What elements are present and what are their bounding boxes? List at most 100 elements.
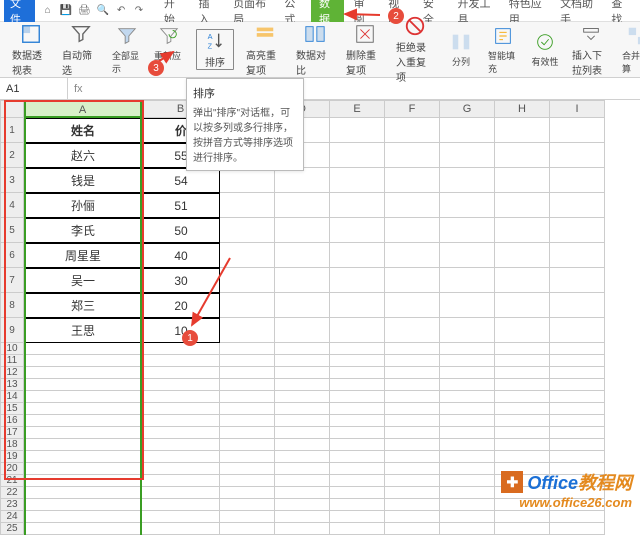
cell[interactable] — [495, 391, 550, 403]
cell[interactable] — [24, 415, 142, 427]
cell[interactable] — [440, 523, 495, 535]
cell[interactable] — [550, 451, 605, 463]
row-header[interactable]: 11 — [0, 355, 24, 367]
cell[interactable] — [550, 218, 605, 243]
cell[interactable] — [220, 268, 275, 293]
cell[interactable] — [330, 499, 385, 511]
cell[interactable] — [440, 379, 495, 391]
cell[interactable] — [440, 403, 495, 415]
save-icon[interactable]: 💾 — [60, 4, 72, 18]
cell[interactable] — [330, 355, 385, 367]
row-header[interactable]: 8 — [0, 293, 24, 318]
cell[interactable] — [142, 343, 220, 355]
row-header[interactable]: 23 — [0, 499, 24, 511]
cell[interactable] — [495, 367, 550, 379]
cell[interactable] — [142, 523, 220, 535]
cell[interactable] — [495, 343, 550, 355]
cell[interactable]: 李氏 — [24, 218, 142, 243]
cell[interactable] — [220, 523, 275, 535]
row-header[interactable]: 6 — [0, 243, 24, 268]
cell[interactable] — [24, 451, 142, 463]
cell[interactable] — [385, 403, 440, 415]
cell[interactable] — [495, 243, 550, 268]
cell[interactable] — [142, 403, 220, 415]
del-dup-button[interactable]: 删除重复项 — [346, 23, 384, 77]
cell[interactable] — [220, 511, 275, 523]
cell[interactable] — [440, 168, 495, 193]
cell[interactable] — [330, 487, 385, 499]
cell[interactable] — [495, 439, 550, 451]
sort-button[interactable]: AZ 排序 — [196, 29, 234, 70]
cell[interactable]: 50 — [142, 218, 220, 243]
cell[interactable] — [550, 403, 605, 415]
row-header[interactable]: 5 — [0, 218, 24, 243]
cell[interactable]: 30 — [142, 268, 220, 293]
row-header[interactable]: 4 — [0, 193, 24, 218]
cell[interactable]: 51 — [142, 193, 220, 218]
cell[interactable] — [142, 475, 220, 487]
row-header[interactable]: 22 — [0, 487, 24, 499]
cell[interactable] — [550, 343, 605, 355]
cell[interactable] — [330, 268, 385, 293]
col-header-f[interactable]: F — [385, 100, 440, 118]
cell[interactable] — [330, 451, 385, 463]
col-header-a[interactable]: A — [24, 100, 142, 118]
cell[interactable] — [330, 318, 385, 343]
cell[interactable] — [142, 451, 220, 463]
cell[interactable] — [142, 499, 220, 511]
cell[interactable] — [330, 403, 385, 415]
cell[interactable] — [330, 218, 385, 243]
cell[interactable] — [24, 523, 142, 535]
cell[interactable] — [142, 355, 220, 367]
cell[interactable] — [24, 475, 142, 487]
data-compare-button[interactable]: 数据对比 — [296, 23, 334, 77]
undo-icon[interactable]: ↶ — [115, 4, 127, 18]
cell[interactable] — [550, 367, 605, 379]
cell[interactable] — [220, 451, 275, 463]
cell[interactable] — [275, 243, 330, 268]
split-button[interactable]: 分列 — [446, 31, 476, 68]
cell[interactable] — [275, 499, 330, 511]
cell[interactable] — [550, 391, 605, 403]
cell[interactable] — [24, 403, 142, 415]
cell[interactable] — [385, 293, 440, 318]
cell[interactable] — [495, 451, 550, 463]
cell[interactable] — [275, 451, 330, 463]
cell[interactable] — [440, 318, 495, 343]
cell[interactable] — [330, 415, 385, 427]
cell[interactable] — [440, 143, 495, 168]
cell[interactable] — [330, 439, 385, 451]
dropdown-button[interactable]: 插入下拉列表 — [572, 23, 610, 77]
row-header[interactable]: 15 — [0, 403, 24, 415]
cell[interactable] — [275, 523, 330, 535]
row-header[interactable]: 13 — [0, 379, 24, 391]
row-header[interactable]: 21 — [0, 475, 24, 487]
cell[interactable] — [495, 379, 550, 391]
cell[interactable]: 姓名 — [24, 118, 142, 143]
cell[interactable] — [550, 193, 605, 218]
cell[interactable]: 40 — [142, 243, 220, 268]
cell[interactable] — [385, 499, 440, 511]
cell[interactable] — [275, 439, 330, 451]
name-box[interactable]: A1 — [0, 78, 68, 99]
cell[interactable] — [495, 511, 550, 523]
cell[interactable] — [275, 427, 330, 439]
cell[interactable] — [495, 355, 550, 367]
cell[interactable] — [385, 439, 440, 451]
col-header-e[interactable]: E — [330, 100, 385, 118]
cell[interactable] — [275, 463, 330, 475]
fx-icon[interactable]: fx — [68, 83, 89, 95]
cell[interactable] — [385, 143, 440, 168]
cell[interactable] — [495, 523, 550, 535]
cell[interactable] — [330, 118, 385, 143]
cell[interactable] — [550, 268, 605, 293]
col-header-h[interactable]: H — [495, 100, 550, 118]
cell[interactable] — [142, 427, 220, 439]
consolidate-button[interactable]: 合并计算 — [622, 25, 640, 75]
cell[interactable] — [142, 367, 220, 379]
cell[interactable] — [385, 475, 440, 487]
cell[interactable] — [495, 193, 550, 218]
cell[interactable] — [440, 243, 495, 268]
cell[interactable] — [220, 218, 275, 243]
cell[interactable] — [24, 355, 142, 367]
